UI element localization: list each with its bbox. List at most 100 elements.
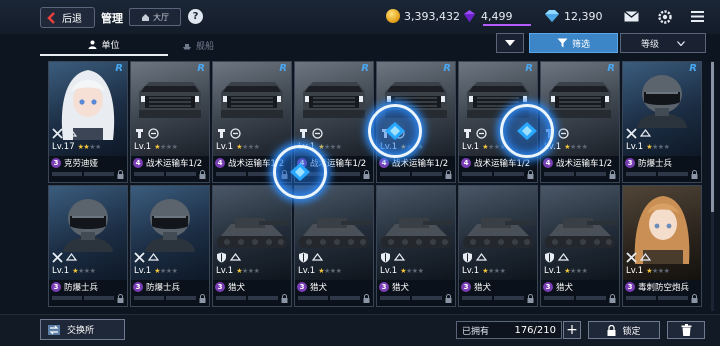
defender-role-icon xyxy=(464,129,471,138)
unit-roles xyxy=(134,252,159,263)
unit-roles xyxy=(380,252,405,263)
unit-roles xyxy=(544,252,569,263)
slot-bar xyxy=(134,296,164,300)
tank-icon xyxy=(299,218,371,248)
unit-card[interactable]: Lv.1 ★★★★ 3 防爆士兵 xyxy=(130,185,210,307)
equipment-slots xyxy=(544,296,606,300)
equipment-slots xyxy=(462,296,524,300)
star-rating: ★★★★ xyxy=(482,143,506,151)
deploy-marker-icon xyxy=(368,104,422,158)
slot-bar xyxy=(658,172,688,176)
air-unit-icon xyxy=(230,128,241,139)
equipment-slots xyxy=(626,296,688,300)
equipment-slots xyxy=(544,172,606,176)
deploy-cost-badge: 3 xyxy=(51,157,61,168)
sort-by-dropdown[interactable]: 等级 xyxy=(620,33,706,53)
air-unit-icon xyxy=(558,128,569,139)
owned-counter: 已拥有 176/210 xyxy=(456,321,562,339)
striker-role-icon xyxy=(626,252,637,263)
lock-label: 锁定 xyxy=(622,326,641,337)
unit-roles xyxy=(298,252,323,263)
unit-name: 战术运输车1/2 xyxy=(146,158,203,169)
level-text: Lv.1 xyxy=(216,266,234,276)
shield-role-icon xyxy=(381,252,390,263)
star-rating: ★★★★ xyxy=(564,143,588,151)
star-rating: ★★★★ xyxy=(564,267,588,275)
deploy-cost-badge: 4 xyxy=(461,157,471,168)
deploy-cost-badge: 3 xyxy=(379,281,389,292)
equipment-slots xyxy=(626,172,688,176)
slot-bar xyxy=(380,172,410,176)
dismiss-button[interactable] xyxy=(667,321,705,339)
settings-icon[interactable] xyxy=(658,10,672,24)
striker-role-icon xyxy=(626,128,637,139)
deploy-cost-badge: 3 xyxy=(51,281,61,292)
unit-card[interactable]: Lv.1 ★★★★ 3 猎犬 xyxy=(540,185,620,307)
lock-icon xyxy=(691,294,698,303)
unit-card[interactable]: R Lv.17 ★★★★ 3 克劳迪娅 xyxy=(48,61,128,183)
unit-card[interactable]: Lv.1 ★★★★ 3 猎犬 xyxy=(458,185,538,307)
tab-ships[interactable]: 舰船 xyxy=(168,34,228,56)
level-text: Lv.1 xyxy=(626,142,644,152)
unit-card[interactable]: R Lv.1 ★★★★ 3 防爆士兵 xyxy=(622,61,702,183)
unit-card[interactable]: Lv.1 ★★★★ 3 猎犬 xyxy=(376,185,456,307)
striker-role-icon xyxy=(134,252,145,263)
deploy-cost-badge: 3 xyxy=(543,281,553,292)
back-label: 后退 xyxy=(62,14,82,25)
slot-bar xyxy=(216,296,246,300)
unit-name-row: 3 克劳迪娅 xyxy=(51,156,98,169)
unit-card[interactable]: R Lv.1★★★★ 4战术运输车1/2 xyxy=(130,61,210,183)
ship-icon xyxy=(182,43,191,49)
unit-roles xyxy=(216,128,241,139)
unit-level: Lv.1★★★★ xyxy=(298,266,342,276)
riot-soldier-icon xyxy=(637,75,687,128)
unit-card[interactable]: Lv.1 ★★★★ 3 猎犬 xyxy=(294,185,374,307)
unit-name: 战术运输车1/2 xyxy=(556,158,613,169)
mail-icon[interactable] xyxy=(624,10,639,23)
slot-bar xyxy=(412,296,442,300)
unit-level: Lv.17 ★★★★ xyxy=(52,142,101,152)
slot-bar xyxy=(494,296,524,300)
slot-bar xyxy=(412,172,442,176)
transport-vehicle-icon xyxy=(303,82,365,118)
tab-units[interactable]: 单位 xyxy=(40,34,168,56)
scrollbar-thumb[interactable] xyxy=(711,62,714,212)
unit-name-row: 4战术运输车1/2 xyxy=(133,156,202,169)
filter-icon xyxy=(557,38,568,48)
star-rating: ★★★★ xyxy=(72,267,96,275)
lock-button[interactable]: 锁定 xyxy=(588,321,660,339)
lock-icon xyxy=(527,170,534,179)
deploy-cost-badge: 3 xyxy=(297,281,307,292)
rarity-badge: R xyxy=(115,63,123,74)
unit-level: Lv.1★★★★ xyxy=(380,266,424,276)
star-rating: ★★★★ xyxy=(154,267,178,275)
lock-icon xyxy=(199,294,206,303)
air-unit-icon xyxy=(476,128,487,139)
owned-count: 176/210 xyxy=(514,324,556,336)
ground-unit-icon xyxy=(558,253,569,261)
help-button[interactable]: ? xyxy=(188,9,203,24)
sort-order-dropdown[interactable] xyxy=(496,33,524,53)
star-rating: ★★★★ xyxy=(400,267,424,275)
lobby-button[interactable]: 大厅 xyxy=(129,8,181,26)
unit-card[interactable]: Lv.1 ★★★★ 3 猎犬 xyxy=(212,185,292,307)
unit-name-row: 3 猎犬 xyxy=(461,280,491,293)
unit-level: Lv.1★★★★ xyxy=(216,266,260,276)
rarity-badge: R xyxy=(689,63,697,74)
unit-name: 防爆士兵 xyxy=(638,158,673,169)
menu-icon[interactable] xyxy=(690,10,705,23)
unit-name: 战术运输车1/2 xyxy=(474,158,531,169)
unit-card[interactable]: Lv.1 ★★★★ 3 毒刺防空炮兵 xyxy=(622,185,702,307)
unit-card[interactable]: Lv.1 ★★★★ 3 防爆士兵 xyxy=(48,185,128,307)
rarity-badge: R xyxy=(443,63,451,74)
shield-role-icon xyxy=(545,252,554,263)
expand-capacity-button[interactable]: + xyxy=(563,321,581,339)
unit-name: 战术运输车1/2 xyxy=(392,158,449,169)
filter-button[interactable]: 筛选 xyxy=(529,33,618,53)
equipment-slots xyxy=(380,172,442,176)
home-icon xyxy=(142,13,149,21)
unit-roles xyxy=(462,128,487,139)
exchange-button[interactable]: 交换所 xyxy=(40,319,125,340)
chevron-down-icon xyxy=(505,40,515,46)
back-button[interactable]: 后退 xyxy=(40,7,95,28)
